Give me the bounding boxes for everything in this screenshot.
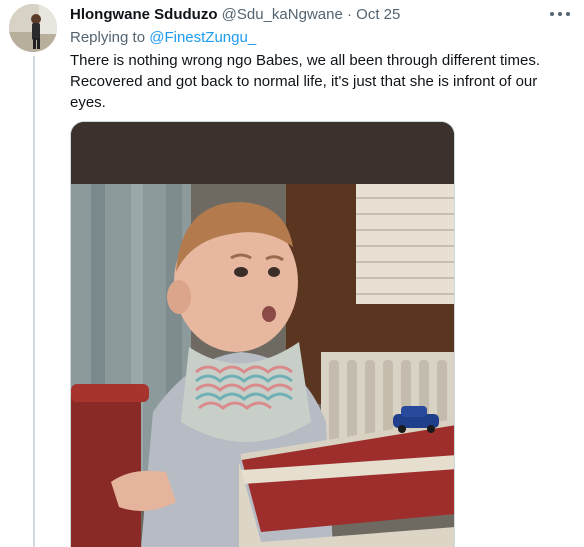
tweet-header: Hlongwane Sduduzo @Sdu_kaNgwane · Oct 25: [70, 5, 400, 25]
more-horizontal-icon[interactable]: [550, 8, 570, 20]
separator-dot: ·: [346, 6, 352, 23]
author-name[interactable]: Hlongwane Sduduzo: [70, 6, 218, 23]
replying-to-label: Replying to: [70, 29, 146, 46]
tweet-media-video[interactable]: [70, 121, 455, 547]
avatar[interactable]: [9, 4, 57, 52]
replying-to-mention[interactable]: @FinestZungu_: [149, 29, 256, 46]
tweet-date[interactable]: Oct 25: [356, 6, 400, 23]
avatar-image: [9, 4, 57, 52]
tweet-text: There is nothing wrong ngo Babes, we all…: [70, 52, 541, 111]
video-frame: [71, 122, 454, 547]
thread-line: [33, 56, 35, 547]
replying-to: Replying to @FinestZungu_: [70, 28, 256, 48]
tweet-reply[interactable]: Hlongwane Sduduzo @Sdu_kaNgwane · Oct 25…: [0, 0, 584, 547]
author-handle[interactable]: @Sdu_kaNgwane: [222, 6, 343, 23]
